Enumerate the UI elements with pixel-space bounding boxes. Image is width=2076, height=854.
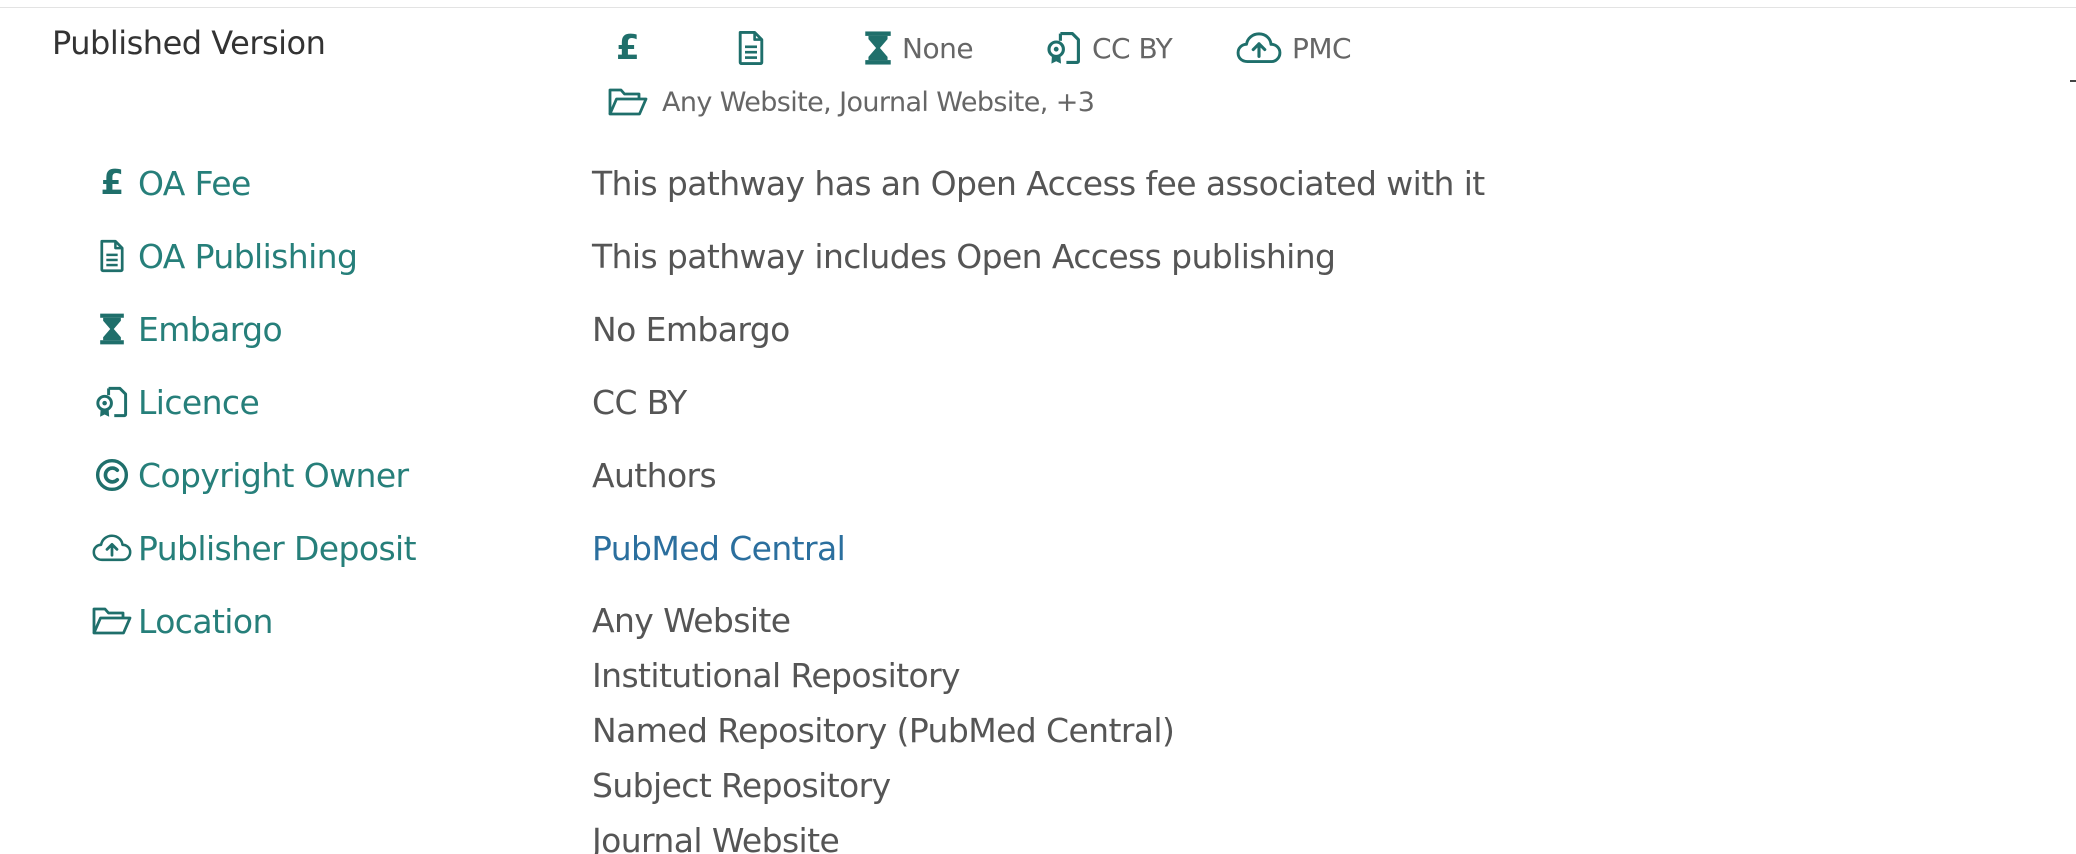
top-divider xyxy=(0,7,2076,8)
licence-icon xyxy=(96,386,128,418)
folder-open-icon xyxy=(92,607,132,635)
folder-open-icon xyxy=(608,88,648,116)
edge-mark xyxy=(2070,80,2076,82)
pound-icon: £ xyxy=(616,28,640,68)
detail-label-location: Location xyxy=(92,591,273,651)
pathway-summary: £ None CC BY PMC Any Website, Journal We… xyxy=(600,22,1500,118)
summary-deposit: PMC xyxy=(1236,22,1352,74)
detail-row-oa-fee: £ OA Fee This pathway has an Open Access… xyxy=(0,153,2076,226)
detail-value-embargo: No Embargo xyxy=(592,309,790,349)
detail-label-licence: Licence xyxy=(92,372,260,432)
detail-label-embargo: Embargo xyxy=(92,299,283,359)
detail-label-oa-publishing: OA Publishing xyxy=(92,226,358,286)
detail-row-oa-publishing: OA Publishing This pathway includes Open… xyxy=(0,226,2076,299)
detail-value-oa-fee: This pathway has an Open Access fee asso… xyxy=(592,163,1485,203)
detail-label-oa-fee: £ OA Fee xyxy=(100,163,251,203)
detail-value-oa-publishing: This pathway includes Open Access publis… xyxy=(592,236,1336,276)
publisher-deposit-link[interactable]: PubMed Central xyxy=(592,518,846,578)
hourglass-icon xyxy=(100,313,124,345)
summary-embargo: None xyxy=(864,22,974,74)
summary-licence: CC BY xyxy=(1046,22,1173,74)
detail-row-embargo: Embargo No Embargo xyxy=(0,299,2076,372)
detail-value-licence: CC BY xyxy=(592,382,687,422)
cloud-upload-icon xyxy=(92,534,132,562)
location-list: Any Website Institutional Repository Nam… xyxy=(592,591,1175,854)
detail-row-publisher-deposit: Publisher Deposit PubMed Central xyxy=(0,518,2076,591)
location-item: Any Website xyxy=(592,601,791,640)
summary-embargo-text: None xyxy=(902,31,974,65)
summary-location: Any Website, Journal Website, +3 xyxy=(608,82,1095,122)
section-title: Published Version xyxy=(52,24,326,62)
detail-label-copyright-owner: Copyright Owner xyxy=(92,445,409,505)
pathway-details: £ OA Fee This pathway has an Open Access… xyxy=(0,153,2076,854)
summary-publishing xyxy=(736,22,766,74)
summary-licence-text: CC BY xyxy=(1092,31,1173,65)
pound-icon: £ xyxy=(100,163,124,203)
detail-row-location: Location Any Website Institutional Repos… xyxy=(0,591,2076,854)
hourglass-icon xyxy=(865,31,891,65)
summary-location-text: Any Website, Journal Website, +3 xyxy=(662,86,1095,118)
detail-label-publisher-deposit: Publisher Deposit xyxy=(92,518,417,578)
pathway-page: Published Version £ None CC BY PMC Any W… xyxy=(0,0,2076,854)
detail-row-licence: Licence CC BY xyxy=(0,372,2076,445)
detail-row-copyright-owner: Copyright Owner Authors xyxy=(0,445,2076,518)
document-icon xyxy=(100,239,124,273)
location-item: Named Repository (PubMed Central) xyxy=(592,711,1175,750)
cloud-upload-icon xyxy=(1236,32,1282,64)
location-item: Institutional Repository xyxy=(592,656,961,695)
summary-deposit-text: PMC xyxy=(1292,31,1352,65)
summary-fee: £ xyxy=(616,22,640,74)
location-item: Journal Website xyxy=(592,821,840,854)
location-item: Subject Repository xyxy=(592,766,891,805)
copyright-icon xyxy=(95,458,129,492)
detail-value-copyright-owner: Authors xyxy=(592,455,717,495)
document-icon xyxy=(738,30,764,66)
licence-icon xyxy=(1047,32,1080,64)
